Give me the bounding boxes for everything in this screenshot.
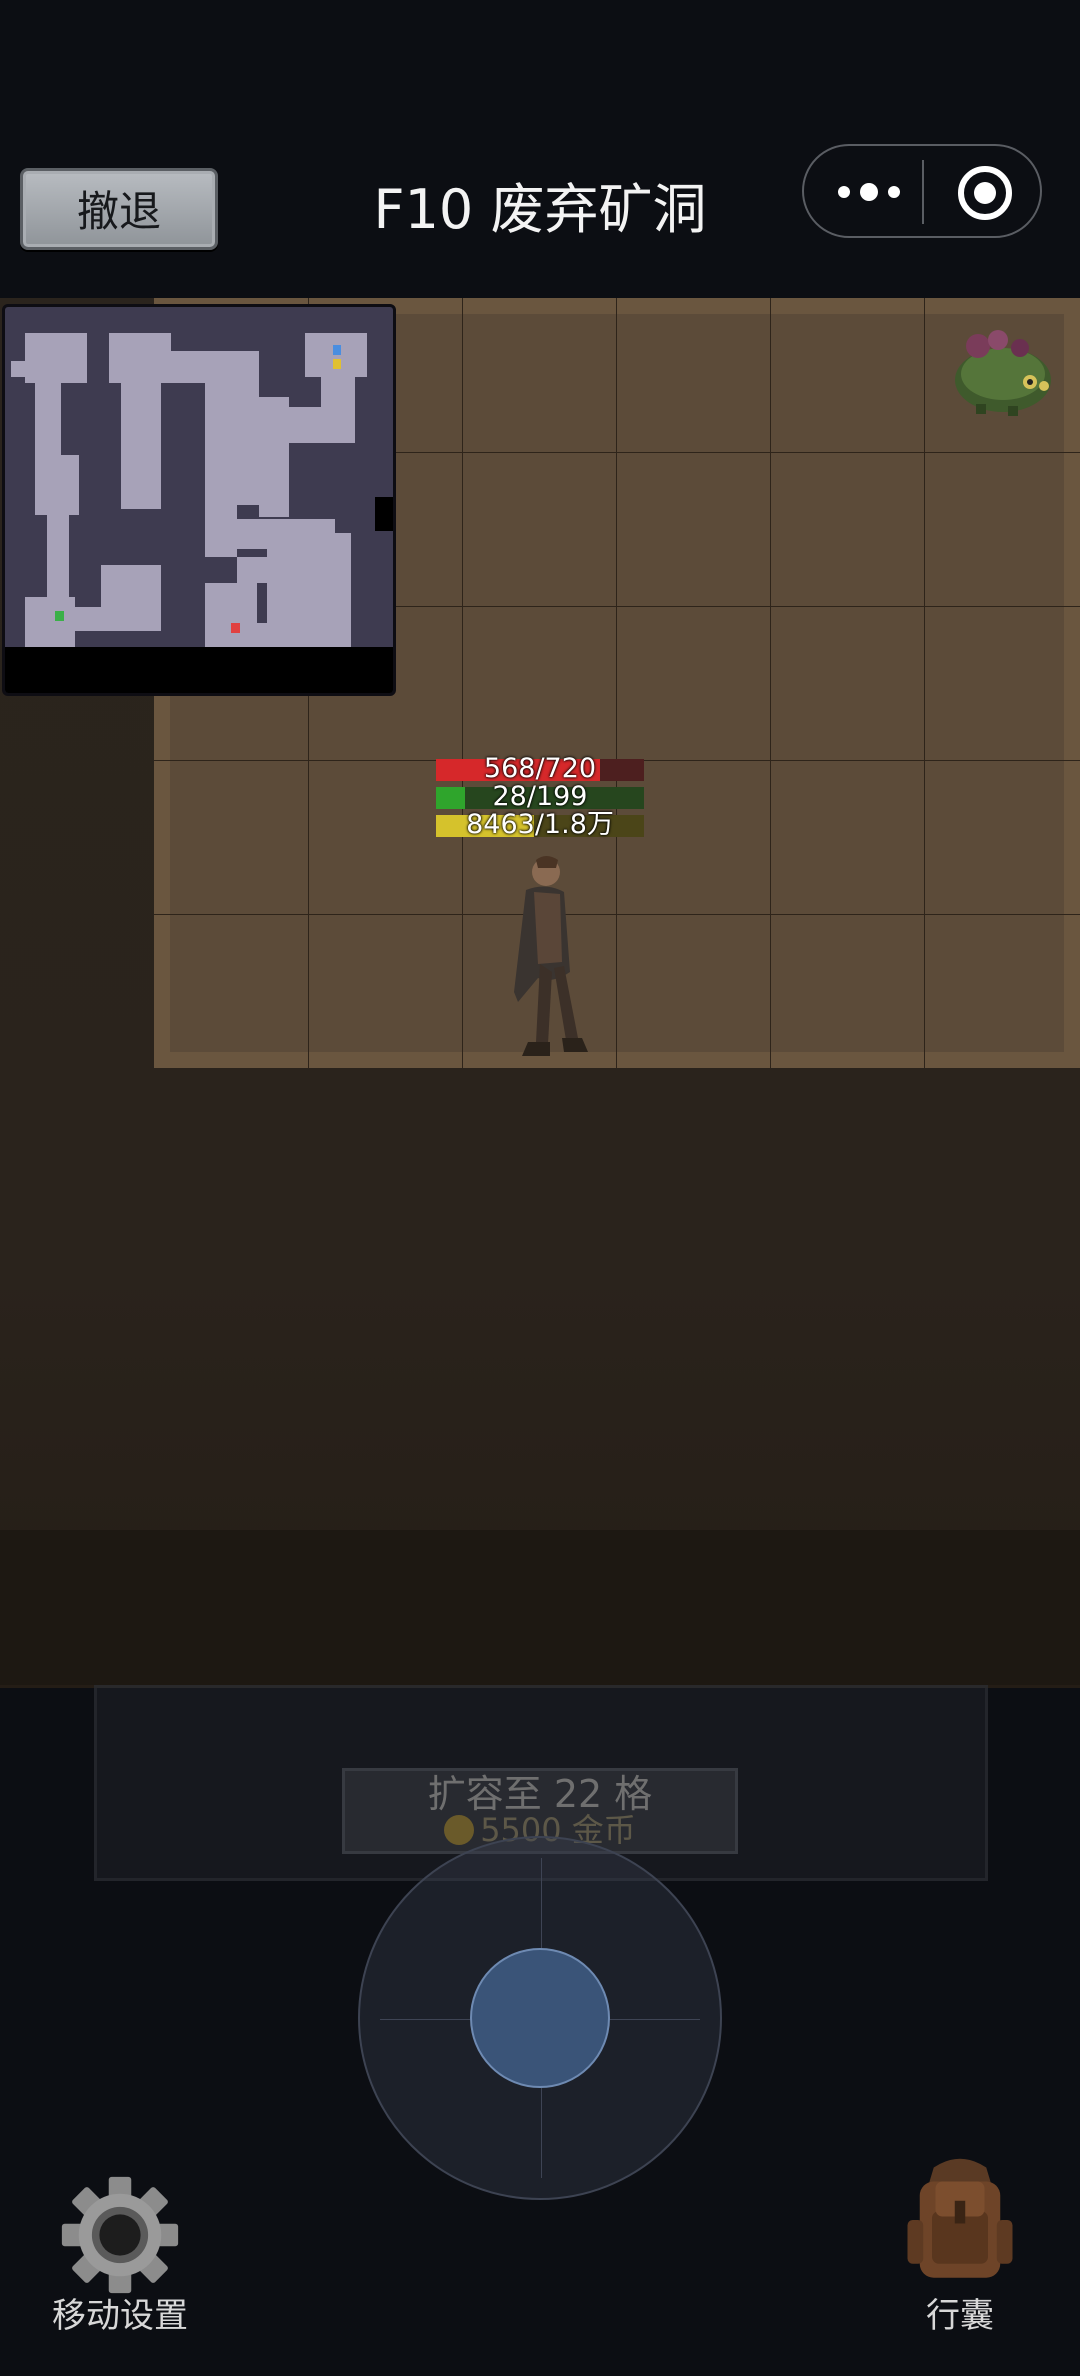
player-character <box>514 856 588 1056</box>
tile-grid-line <box>616 298 617 1068</box>
close-target-icon[interactable] <box>956 164 1014 222</box>
retreat-button[interactable]: 撤退 <box>20 168 218 250</box>
joystick-knob[interactable] <box>470 1948 610 2088</box>
tile-grid-line <box>770 298 771 1068</box>
gear-icon[interactable] <box>40 2160 200 2310</box>
capsule-divider <box>922 160 924 224</box>
hp-bar: 568/720 <box>436 753 644 784</box>
minimap-item-marker <box>333 359 341 369</box>
floor-shadow-band <box>0 1530 1080 1685</box>
coin-bag-icon <box>444 1815 475 1845</box>
xp-bar: 8463/1.8万 <box>436 809 644 840</box>
miniprogram-capsule <box>802 144 1042 238</box>
settings-label[interactable]: 移动设置 <box>20 2294 220 2338</box>
tile-grid-line <box>462 298 463 1068</box>
slime-monster[interactable] <box>948 318 1058 418</box>
movement-joystick[interactable] <box>358 1836 722 2200</box>
xp-text: 8463/1.8万 <box>466 809 614 840</box>
minimap-exit-marker <box>55 611 64 621</box>
backpack-icon[interactable] <box>880 2150 1040 2290</box>
tile-grid-line <box>154 914 1080 915</box>
minimap-layout <box>5 333 393 693</box>
minimap-item-marker <box>333 345 341 355</box>
more-icon[interactable] <box>834 174 904 210</box>
minimap[interactable] <box>2 304 396 696</box>
tile-grid-line <box>924 298 925 1068</box>
page-title: F10 废弃矿洞 <box>373 178 707 241</box>
mp-bar: 28/199 <box>436 781 644 812</box>
minimap-player-marker <box>231 623 240 633</box>
bag-label[interactable]: 行囊 <box>860 2294 1060 2338</box>
